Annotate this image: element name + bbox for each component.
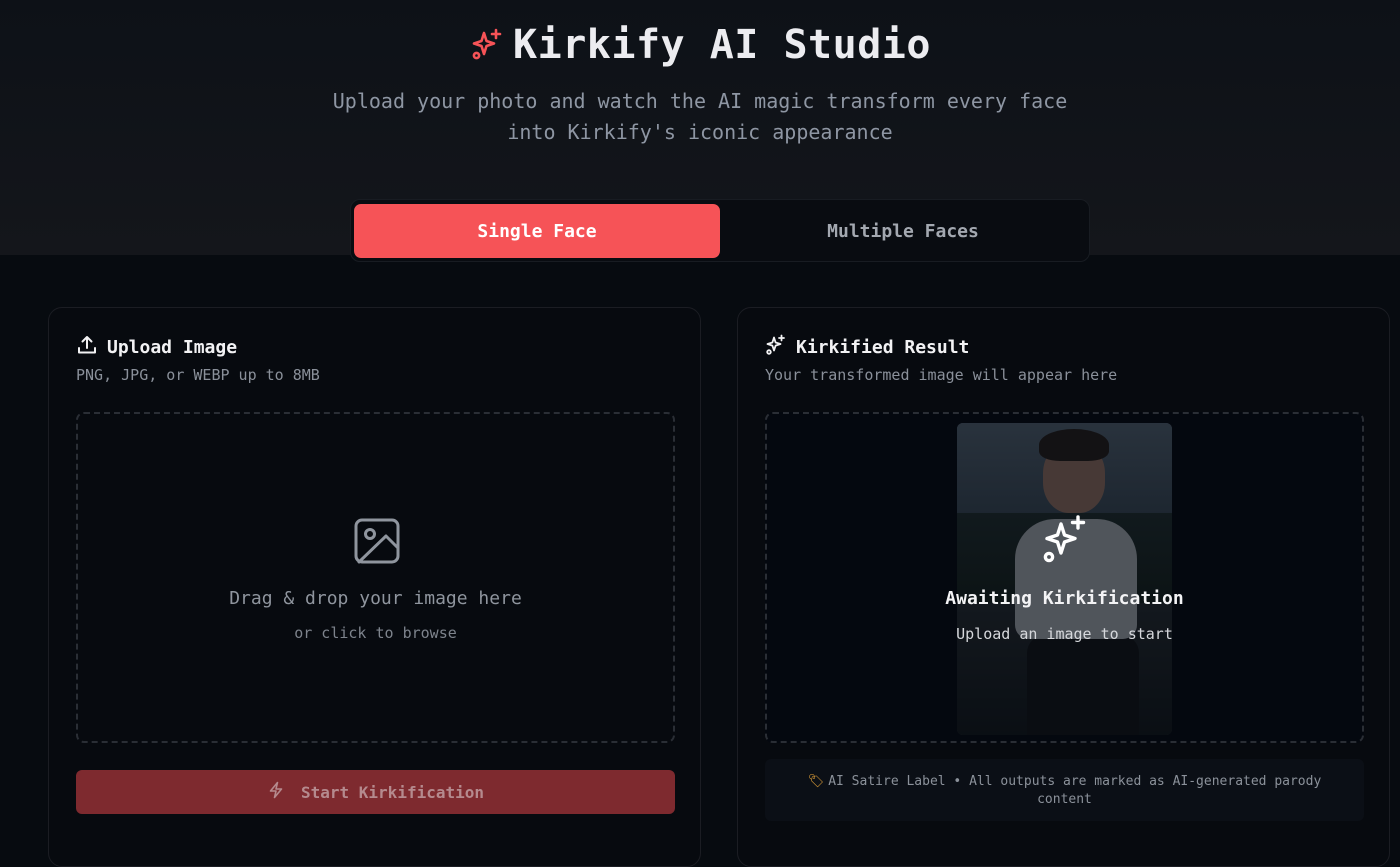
upload-card: Upload Image PNG, JPG, or WEBP up to 8MB… <box>48 307 701 867</box>
sparkles-icon <box>469 27 505 63</box>
dropzone-sub-text: or click to browse <box>294 624 457 642</box>
tag-icon: 🏷 <box>807 774 825 789</box>
subtitle-line-2: into Kirkify's iconic appearance <box>507 120 893 144</box>
upload-card-subtitle: PNG, JPG, or WEBP up to 8MB <box>76 366 320 384</box>
dropzone-main-text: Drag & drop your image here <box>229 588 522 609</box>
mode-toggle: Single Face Multiple Faces <box>350 199 1090 262</box>
start-button-label: Start Kirkification <box>300 782 485 802</box>
image-dropzone[interactable]: Drag & drop your image here or click to … <box>76 412 675 743</box>
satire-label-banner: 🏷 AI Satire Label • All outputs are marke… <box>765 759 1364 821</box>
multiple-faces-tab[interactable]: Multiple Faces <box>720 204 1086 258</box>
start-kirkification-button[interactable]: Start Kirkification <box>76 770 675 814</box>
result-card-header: Kirkified Result <box>765 334 969 361</box>
result-card-title: Kirkified Result <box>796 337 970 358</box>
upload-card-header: Upload Image <box>76 334 237 361</box>
single-face-tab[interactable]: Single Face <box>354 204 720 258</box>
sparkles-icon <box>1039 514 1091 566</box>
image-icon <box>353 517 401 565</box>
page-title: Kirkify AI Studio <box>513 22 931 68</box>
background-preview-photo <box>957 423 1172 735</box>
result-card: Kirkified Result Your transformed image … <box>737 307 1390 867</box>
upload-icon <box>76 334 98 361</box>
satire-label-text: AI Satire Label • All outputs are marked… <box>828 774 1322 807</box>
awaiting-sub-text: Upload an image to start <box>956 625 1173 643</box>
page-subtitle: Upload your photo and watch the AI magic… <box>300 86 1100 148</box>
upload-card-title: Upload Image <box>107 337 238 358</box>
title-row: Kirkify AI Studio <box>0 22 1400 68</box>
awaiting-title: Awaiting Kirkification <box>945 588 1184 609</box>
result-card-subtitle: Your transformed image will appear here <box>765 366 1118 384</box>
sparkles-icon <box>765 334 787 361</box>
result-preview-area: Awaiting Kirkification Upload an image t… <box>765 412 1364 743</box>
lightning-icon <box>267 781 285 803</box>
subtitle-line-1: Upload your photo and watch the AI magic… <box>332 89 1068 113</box>
